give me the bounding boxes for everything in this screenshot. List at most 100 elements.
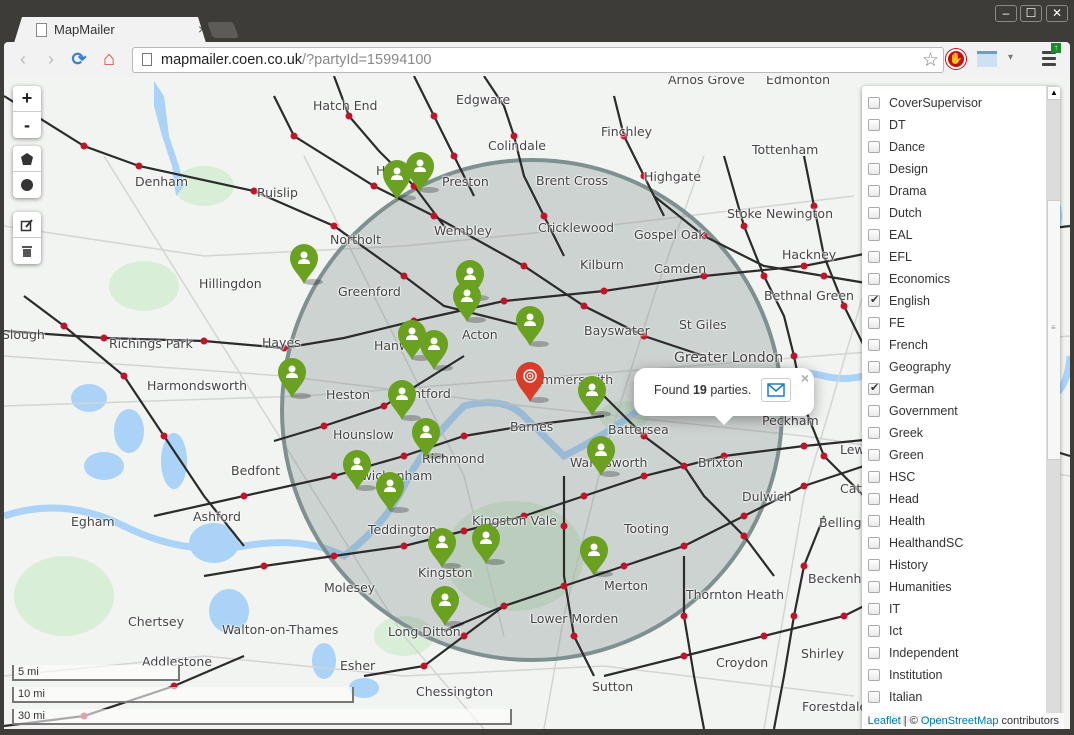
party-marker[interactable] — [471, 524, 505, 566]
filter-checkbox[interactable] — [868, 405, 880, 417]
maximize-button[interactable]: ☐ — [1020, 5, 1042, 22]
party-marker[interactable] — [411, 418, 445, 460]
filter-checkbox[interactable] — [868, 207, 880, 219]
scroll-track[interactable] — [1047, 460, 1060, 729]
zoom-in-button[interactable]: + — [13, 86, 41, 112]
scroll-track[interactable] — [1047, 100, 1060, 200]
filter-checkbox[interactable] — [868, 381, 880, 395]
draw-polygon-button[interactable] — [13, 146, 41, 172]
filter-checkbox[interactable] — [868, 515, 880, 527]
origin-marker[interactable] — [515, 362, 549, 404]
leaflet-link[interactable]: Leaflet — [868, 715, 901, 727]
filter-checkbox[interactable] — [868, 163, 880, 175]
filter-item[interactable]: Geography — [862, 356, 1042, 378]
filter-item[interactable]: Dutch — [862, 202, 1042, 224]
filter-checkbox[interactable] — [868, 251, 880, 263]
window-extension-icon[interactable] — [977, 51, 997, 67]
party-marker[interactable] — [515, 306, 549, 348]
filter-checkbox[interactable] — [868, 691, 880, 703]
filter-item[interactable]: EAL — [862, 224, 1042, 246]
party-marker[interactable] — [452, 282, 486, 324]
osm-link[interactable]: OpenStreetMap — [921, 715, 999, 727]
filter-item[interactable]: Independent — [862, 642, 1042, 664]
party-marker[interactable] — [579, 536, 613, 578]
party-marker[interactable] — [387, 380, 421, 422]
filter-item[interactable]: Greek — [862, 422, 1042, 444]
filter-item[interactable]: English — [862, 290, 1042, 312]
filter-item[interactable]: Economics — [862, 268, 1042, 290]
tab-close-button[interactable]: × — [198, 21, 206, 37]
new-tab-button[interactable] — [207, 22, 239, 38]
filter-item[interactable]: Institution — [862, 664, 1042, 686]
filter-item[interactable]: HealthandSC — [862, 532, 1042, 554]
filter-item[interactable]: Health — [862, 510, 1042, 532]
filter-checkbox[interactable] — [868, 559, 880, 571]
party-marker[interactable] — [375, 472, 409, 514]
back-button[interactable]: ‹ — [12, 49, 34, 69]
draw-circle-button[interactable] — [13, 172, 41, 198]
filter-item[interactable]: IT — [862, 598, 1042, 620]
edit-layers-button[interactable] — [13, 212, 41, 238]
filter-checkbox[interactable] — [868, 317, 880, 329]
filter-item[interactable]: CoverSupervisor — [862, 92, 1042, 114]
filter-item[interactable]: HSC — [862, 466, 1042, 488]
extension-dropdown-icon[interactable]: ▾ — [1008, 52, 1013, 63]
party-marker[interactable] — [586, 436, 620, 478]
send-mail-button[interactable] — [761, 378, 791, 402]
delete-layers-button[interactable] — [13, 238, 41, 264]
bookmark-star-icon[interactable]: ☆ — [922, 49, 939, 72]
filter-item[interactable]: Dance — [862, 136, 1042, 158]
party-marker[interactable] — [405, 152, 439, 194]
filter-checkbox[interactable] — [868, 471, 880, 483]
filter-checkbox[interactable] — [868, 361, 880, 373]
filter-item[interactable]: German — [862, 378, 1042, 400]
party-marker[interactable] — [277, 358, 311, 400]
url-text[interactable]: mapmailer.coen.co.uk/?partyId=15994100 — [161, 52, 431, 68]
filter-item[interactable]: Head — [862, 488, 1042, 510]
filter-checkbox[interactable] — [868, 625, 880, 637]
close-window-button[interactable]: ✕ — [1046, 5, 1068, 22]
filter-item[interactable]: History — [862, 554, 1042, 576]
party-marker[interactable] — [430, 586, 464, 628]
filter-checkbox[interactable] — [868, 669, 880, 681]
filter-checkbox[interactable] — [868, 273, 880, 285]
filter-checkbox[interactable] — [868, 185, 880, 197]
zoom-out-button[interactable]: - — [13, 112, 41, 138]
adblock-extension-icon[interactable]: ✋ — [946, 49, 966, 69]
filter-item[interactable]: Government — [862, 400, 1042, 422]
filter-checkbox[interactable] — [868, 603, 880, 615]
party-marker[interactable] — [419, 330, 453, 372]
filter-item[interactable]: Ict — [862, 620, 1042, 642]
popup-close-button[interactable]: × — [801, 370, 809, 386]
filter-checkbox[interactable] — [868, 581, 880, 593]
filter-item[interactable]: Italian — [862, 686, 1042, 708]
reload-button[interactable]: ⟳ — [68, 49, 90, 69]
filter-checkbox[interactable] — [868, 647, 880, 659]
tab-mapmailer[interactable]: MapMailer × — [14, 17, 206, 43]
filter-item[interactable]: Design — [862, 158, 1042, 180]
filter-checkbox[interactable] — [868, 449, 880, 461]
map-canvas[interactable]: Hatch End Edgware Arnos Grove Edmonton D… — [4, 76, 1070, 729]
filter-item[interactable]: Green — [862, 444, 1042, 466]
filter-checkbox[interactable] — [868, 427, 880, 439]
minimize-button[interactable]: – — [995, 5, 1017, 22]
filter-item[interactable]: DT — [862, 114, 1042, 136]
filter-checkbox[interactable] — [868, 493, 880, 505]
filter-item[interactable]: Humanities — [862, 576, 1042, 598]
scroll-up-button[interactable]: ▲ — [1047, 86, 1060, 100]
filter-item[interactable]: French — [862, 334, 1042, 356]
party-marker[interactable] — [577, 376, 611, 418]
party-marker[interactable] — [342, 450, 376, 492]
filter-item[interactable]: FE — [862, 312, 1042, 334]
home-button[interactable]: ⌂ — [98, 49, 120, 69]
filter-checkbox[interactable] — [868, 293, 880, 307]
filter-checkbox[interactable] — [868, 141, 880, 153]
scroll-thumb[interactable]: ≡ — [1047, 200, 1060, 460]
forward-button[interactable]: › — [40, 49, 62, 69]
filter-checkbox[interactable] — [868, 97, 880, 109]
panel-scrollbar[interactable]: ▲ ≡ — [1046, 86, 1060, 729]
filter-checkbox[interactable] — [868, 229, 880, 241]
filter-item[interactable]: EFL — [862, 246, 1042, 268]
filter-checkbox[interactable] — [868, 339, 880, 351]
address-bar[interactable]: mapmailer.coen.co.uk/?partyId=15994100 ☆ — [132, 47, 944, 73]
